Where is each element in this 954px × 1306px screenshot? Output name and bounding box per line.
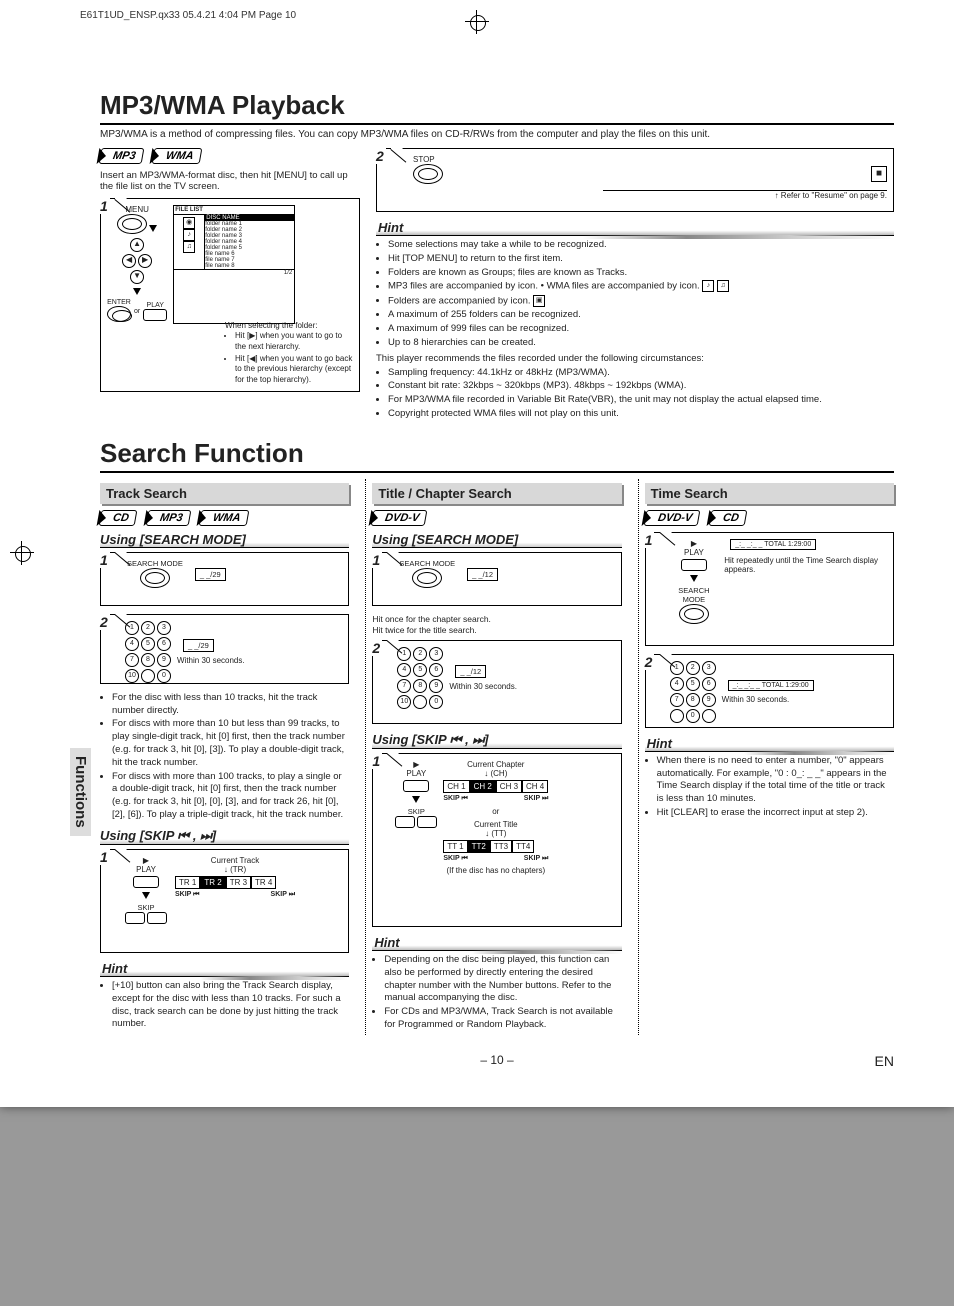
- label-stop: STOP: [413, 155, 887, 164]
- mp3-file-icon: ♪: [702, 280, 714, 292]
- icon-mp3: ♪: [183, 229, 195, 241]
- mp3-step2-box: 2 STOP ■ ↑ Refer to "Resume" on page 9.: [376, 148, 894, 212]
- crop-mark-left: [12, 543, 32, 563]
- hint1-heading: Hint: [376, 220, 894, 236]
- page-number: – 10 –: [480, 1053, 513, 1067]
- play-icon: [133, 876, 159, 888]
- side-tab-functions: Functions: [70, 748, 91, 836]
- tc-using-search: Using [SEARCH MODE]: [372, 532, 621, 548]
- track-step2: 2 123 456 789 100 _ _/29 Within 30 secon…: [100, 614, 349, 684]
- skip-next-icon-2: [417, 816, 437, 828]
- label-or: or: [134, 308, 140, 315]
- enter-button-icon: [107, 306, 131, 322]
- search-mode-icon: [140, 568, 170, 588]
- stop-glyph-icon: ■: [871, 166, 887, 182]
- tc-step1: 1 SEARCH MODE _ _/12: [372, 552, 621, 606]
- track-using-search: Using [SEARCH MODE]: [100, 532, 349, 548]
- skip-prev-icon: [125, 912, 145, 924]
- numpad-icon: 123 456 789 100: [125, 621, 171, 683]
- time-hint: When there is no need to enter a number,…: [645, 755, 894, 820]
- icon-wma: ♫: [183, 241, 195, 253]
- badge-dvdv: DVD-V: [371, 510, 428, 526]
- icon-cd: ◉: [183, 217, 195, 229]
- mp3-step1-box: 1 MENU ▲ ◀ ▶ ▼: [100, 198, 360, 392]
- time-osd2: _:_ _:_ _ TOTAL 1:29:00: [728, 680, 814, 691]
- label-enter: ENTER: [107, 299, 131, 306]
- track-bullets: For the disc with less than 10 tracks, h…: [100, 692, 349, 822]
- tc-osd2: _ _/12: [455, 665, 486, 678]
- track-hint: [+10] button can also bring the Track Se…: [100, 980, 349, 1031]
- skip-next-icon: [147, 912, 167, 924]
- search-mode-icon-2: [412, 568, 442, 588]
- time-hint-head: Hint: [645, 736, 894, 752]
- step-number-1: 1: [100, 198, 110, 214]
- numpad-icon-2: 123 456 789 100: [397, 647, 443, 709]
- file-list-panel: FILE LIST ◉ ♪ ♫ DISC NAME folder name 1 …: [173, 205, 295, 324]
- step1-bullet1: Hit [▶] when you want to go to the next …: [235, 331, 355, 353]
- down-button-icon: ▼: [130, 270, 144, 284]
- hint1-para: This player recommends the files recorde…: [376, 353, 894, 364]
- tc-skip-box: 1 ▶PLAY SKIP Current Chapter: [372, 753, 621, 927]
- badge-mp3: MP3: [99, 148, 144, 164]
- track-search-head: Track Search: [100, 483, 349, 504]
- label-play: PLAY: [143, 302, 167, 309]
- badge-cd-2: CD: [708, 510, 747, 526]
- tc-step2: 2 123 456 789 100 _ _/12 Within 30 secon…: [372, 640, 621, 724]
- section2-title: Search Function: [100, 438, 894, 473]
- track-hint-head: Hint: [100, 961, 349, 977]
- title-cells: TT 1 TT2 TT3 TT4: [443, 840, 548, 853]
- section1-title: MP3/WMA Playback: [100, 90, 894, 125]
- titlechap-head: Title / Chapter Search: [372, 483, 621, 504]
- chapter-cells: CH 1 CH 2 CH 3 CH 4: [443, 780, 548, 793]
- badge-mp3-2: MP3: [145, 510, 190, 526]
- stop-button-icon: [413, 164, 443, 184]
- up-button-icon: ▲: [130, 238, 144, 252]
- tc-osd1: _ _/12: [467, 568, 498, 581]
- tc-hint: Depending on the disc being played, this…: [372, 954, 621, 1032]
- resume-ref: Refer to "Resume" on page 9.: [781, 191, 887, 200]
- wma-file-icon: ♫: [717, 280, 729, 292]
- when-selecting: When selecting the folder:: [225, 321, 355, 330]
- step1-bullet2: Hit [◀] when you want to go back to the …: [235, 354, 355, 386]
- play-button-icon: [143, 309, 167, 321]
- badge-wma: WMA: [152, 148, 202, 164]
- crop-mark-top: [467, 12, 487, 32]
- tc-hint-head: Hint: [372, 935, 621, 951]
- print-header: E61T1UD_ENSP.qx33 05.4.21 4:04 PM Page 1…: [80, 10, 296, 21]
- track-cells: TR 1 TR 2 TR 3 TR 4: [175, 876, 295, 889]
- time-head: Time Search: [645, 483, 894, 504]
- time-step2: 2 123 456 789 0 _:_ _:_ _ TOTAL 1:29:00 …: [645, 654, 894, 728]
- track-osd2: _ _/29: [183, 639, 214, 652]
- lang-code: EN: [875, 1053, 894, 1069]
- step-number-2: 2: [376, 148, 386, 164]
- numpad-icon-3: 123 456 789 0: [670, 661, 716, 723]
- tc-hit-once: Hit once for the chapter search.: [372, 614, 621, 625]
- badge-dvdv-2: DVD-V: [643, 510, 700, 526]
- track-step1: 1 SEARCH MODE _ _/29: [100, 552, 349, 606]
- track-osd1: _ _/29: [195, 568, 226, 581]
- insert-instruction: Insert an MP3/WMA-format disc, then hit …: [100, 170, 360, 192]
- play-icon-2: [403, 780, 429, 792]
- remote-nav-icon: [117, 214, 147, 234]
- badge-cd: CD: [99, 510, 138, 526]
- skip-prev-icon-2: [395, 816, 415, 828]
- tc-using-skip: Using [SKIP ⏮ , ⏭]: [372, 732, 621, 749]
- folder-icon: ▣: [533, 295, 545, 307]
- hint1-more-list: Sampling frequency: 44.1kHz or 48kHz (MP…: [376, 367, 894, 421]
- badge-wma-2: WMA: [199, 510, 249, 526]
- play-icon-3: [681, 559, 707, 571]
- track-using-skip: Using [SKIP ⏮ , ⏭]: [100, 828, 349, 845]
- tc-hit-twice: Hit twice for the title search.: [372, 625, 621, 636]
- time-step1: 1 ▶PLAY SEARCH MODE _:_ _:_ _ TOTAL 1:29…: [645, 532, 894, 646]
- right-button-icon: ▶: [138, 254, 152, 268]
- section1-intro: MP3/WMA is a method of compressing files…: [100, 129, 894, 140]
- search-mode-icon-3: [679, 604, 709, 624]
- track-skip-box: 1 ▶PLAY SKIP Current Track ↓: [100, 849, 349, 953]
- hint1-list: Some selections may take a while to be r…: [376, 239, 894, 350]
- left-button-icon: ◀: [122, 254, 136, 268]
- time-osd1: _:_ _:_ _ TOTAL 1:29:00: [730, 539, 816, 550]
